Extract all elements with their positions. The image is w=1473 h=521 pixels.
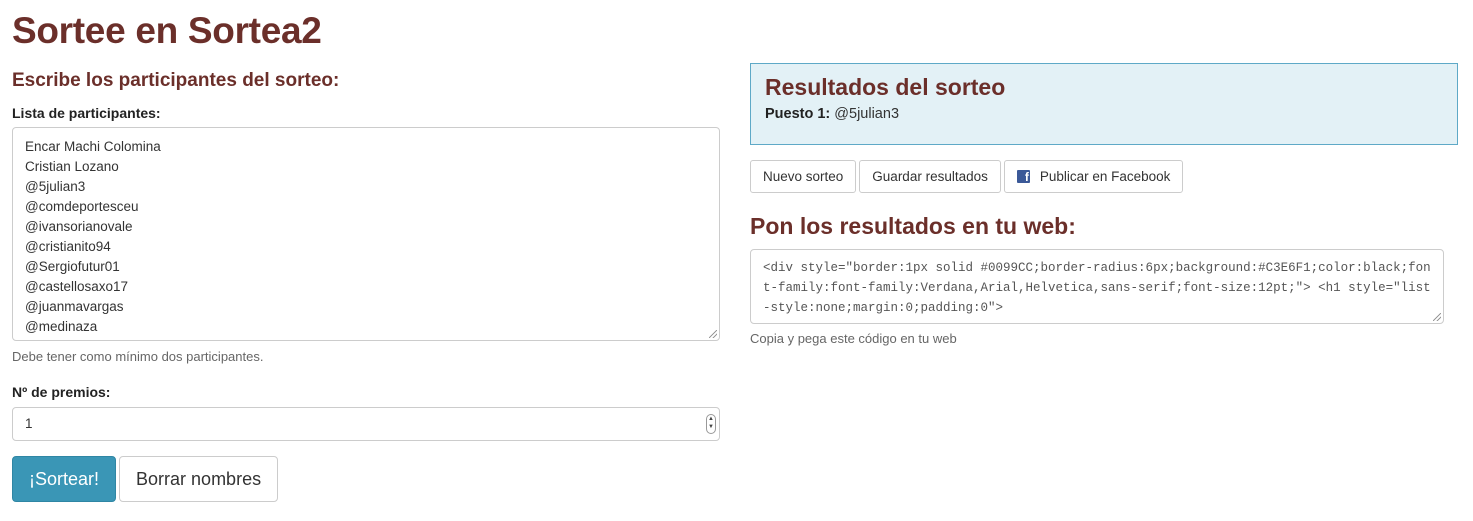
spinner-arrows-icon[interactable]: ▲ ▼	[706, 414, 716, 434]
participants-label: Lista de participantes:	[12, 105, 161, 121]
result-position: Puesto 1:	[765, 106, 831, 122]
embed-code: <div style="border:1px solid #0099CC;bor…	[763, 261, 1431, 315]
participant-entry: @juanmavargas	[25, 299, 124, 314]
result-row: Puesto 1: @5julian3	[765, 106, 1443, 122]
save-results-button[interactable]: Guardar resultados	[859, 160, 1001, 193]
embed-code-textarea[interactable]: <div style="border:1px solid #0099CC;bor…	[750, 249, 1444, 324]
new-draw-label: Nuevo sorteo	[763, 169, 844, 184]
prizes-value: 1	[25, 416, 33, 431]
participant-entry: @comdeportesceu	[25, 199, 139, 214]
results-panel: Resultados del sorteo Puesto 1: @5julian…	[750, 63, 1458, 145]
prizes-label: Nº de premios:	[12, 384, 111, 400]
participant-entry: Encar Machi Colomina	[25, 139, 161, 154]
resize-handle-icon[interactable]	[709, 330, 717, 338]
participant-entry: @castellosaxo17	[25, 279, 129, 294]
page-title: Sortee en Sortea2	[12, 10, 322, 51]
clear-names-button[interactable]: Borrar nombres	[119, 456, 279, 502]
participant-entry: @5julian3	[25, 179, 86, 194]
page: Sortee en Sortea2 Escribe los participan…	[0, 0, 1473, 521]
embed-help: Copia y pega este código en tu web	[750, 331, 957, 346]
facebook-share-label: Publicar en Facebook	[1039, 169, 1171, 184]
result-winner: @5julian3	[834, 106, 900, 122]
prizes-number-input[interactable]: 1 ▲ ▼	[12, 407, 720, 441]
new-draw-button[interactable]: Nuevo sorteo	[750, 160, 857, 193]
results-column: Resultados del sorteo Puesto 1: @5julian…	[750, 63, 1458, 346]
form-heading: Escribe los participantes del sorteo:	[12, 70, 340, 91]
facebook-share-button[interactable]: f Publicar en Facebook	[1003, 160, 1184, 193]
participants-help: Debe tener como mínimo dos participantes…	[12, 349, 264, 364]
save-results-label: Guardar resultados	[872, 169, 988, 184]
participant-entry: @cristianito94	[25, 239, 111, 254]
participant-entry: @ivansorianovale	[25, 219, 133, 234]
form-actions: ¡Sortear! Borrar nombres	[12, 456, 720, 502]
embed-heading: Pon los resultados en tu web:	[750, 213, 1076, 239]
draw-button[interactable]: ¡Sortear!	[12, 456, 117, 502]
participant-entry: Cristian Lozano	[25, 159, 119, 174]
participants-form: Escribe los participantes del sorteo: Li…	[12, 70, 720, 502]
results-actions: Nuevo sorteo Guardar resultados f Public…	[750, 160, 1444, 193]
participants-textarea[interactable]: Encar Machi Colomina Cristian Lozano @5jul…	[12, 127, 720, 341]
results-title: Resultados del sorteo	[765, 74, 1006, 100]
participant-entry: @medinaza	[25, 319, 98, 334]
resize-handle-icon[interactable]	[1433, 313, 1441, 321]
facebook-icon: f	[1016, 170, 1030, 183]
participant-list: Encar Machi Colomina Cristian Lozano @5jul…	[25, 137, 707, 337]
participant-entry: @Sergiofutur01	[25, 259, 120, 274]
